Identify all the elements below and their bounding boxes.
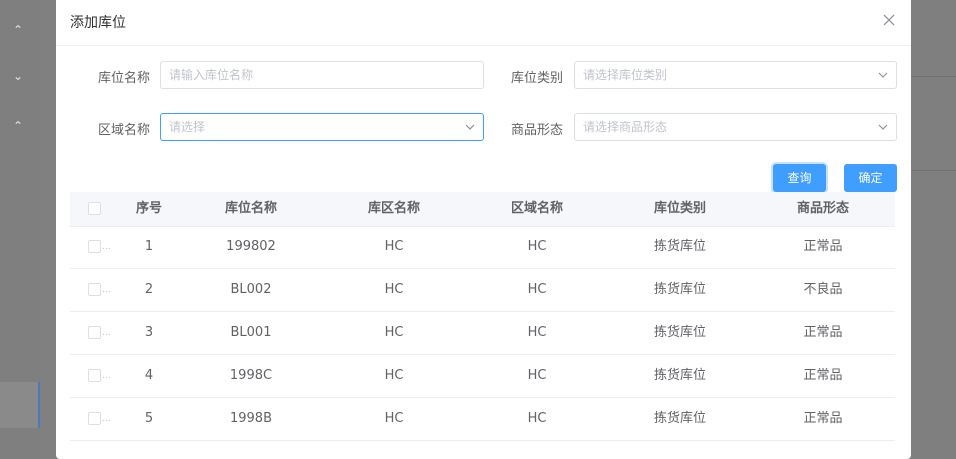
chevron-up-icon[interactable]: ⌃ xyxy=(10,22,26,38)
cell-zone-name: HC xyxy=(384,368,404,383)
background-divider xyxy=(911,76,956,77)
goods-form-placeholder: 请选择商品形态 xyxy=(583,120,668,134)
cell-zone-name: HC xyxy=(384,325,404,340)
chevron-up-icon[interactable]: ⌃ xyxy=(10,118,26,134)
cell-location-name: BL002 xyxy=(230,282,272,297)
area-name-select[interactable]: 请选择 xyxy=(160,113,484,141)
checkbox-overflow-ellipsis: ... xyxy=(102,285,111,295)
cell-location-name: 1998B xyxy=(229,411,272,426)
sidebar-item-active[interactable] xyxy=(0,382,40,428)
checkbox-overflow-ellipsis: ... xyxy=(102,414,111,424)
table-header: 序号 库位名称 库区名称 区域名称 库位类别 商品形态 xyxy=(70,192,895,227)
row-checkbox[interactable] xyxy=(88,369,101,382)
cell-location-name: 199802 xyxy=(226,239,276,254)
chevron-down-icon xyxy=(878,124,888,130)
cell-index: 5 xyxy=(144,411,154,426)
add-location-dialog: 添加库位 库位名称 请输入库位名称 库位类别 请选择库位类别 区域名称 请选择 … xyxy=(56,0,911,459)
background-panel-right xyxy=(911,0,956,459)
cell-location-type: 拣货库位 xyxy=(653,368,706,383)
column-header-location-type: 库位类别 xyxy=(653,201,706,216)
row-checkbox[interactable] xyxy=(88,326,101,339)
cell-goods-form: 正常品 xyxy=(803,368,843,383)
dialog-header-divider xyxy=(56,45,911,46)
cell-index: 4 xyxy=(144,368,154,383)
location-type-label: 库位类别 xyxy=(510,71,563,86)
goods-form-select[interactable]: 请选择商品形态 xyxy=(574,113,897,141)
cell-index: 3 xyxy=(144,325,154,340)
cell-index: 1 xyxy=(144,239,154,254)
cell-goods-form: 正常品 xyxy=(803,411,843,426)
cell-area-name: HC xyxy=(527,411,547,426)
chevron-down-icon[interactable]: ⌄ xyxy=(10,68,26,84)
table-row[interactable]: ... 4 1998C HC HC 拣货库位 正常品 xyxy=(70,355,895,398)
checkbox-overflow-ellipsis: ... xyxy=(102,371,111,381)
query-button[interactable]: 查询 xyxy=(773,164,826,192)
chevron-down-icon xyxy=(878,72,888,78)
checkbox-overflow-ellipsis: ... xyxy=(102,242,111,252)
table-row[interactable]: ... 1 199802 HC HC 拣货库位 正常品 xyxy=(70,226,895,269)
cell-location-name: BL001 xyxy=(230,325,272,340)
cell-area-name: HC xyxy=(527,325,547,340)
area-name-placeholder: 请选择 xyxy=(169,120,206,134)
row-checkbox[interactable] xyxy=(88,412,101,425)
confirm-button[interactable]: 确定 xyxy=(844,164,897,192)
table-row[interactable]: ... 5 1998B HC HC 拣货库位 正常品 xyxy=(70,398,895,441)
cell-goods-form: 不良品 xyxy=(803,282,843,297)
goods-form-label: 商品形态 xyxy=(510,123,563,138)
location-type-select[interactable]: 请选择库位类别 xyxy=(574,61,897,89)
location-type-placeholder: 请选择库位类别 xyxy=(583,68,668,82)
cell-location-type: 拣货库位 xyxy=(653,282,706,297)
cell-area-name: HC xyxy=(527,368,547,383)
cell-zone-name: HC xyxy=(384,239,404,254)
cell-location-type: 拣货库位 xyxy=(653,411,706,426)
location-name-placeholder: 请输入库位名称 xyxy=(169,68,254,82)
select-all-checkbox[interactable] xyxy=(88,202,101,215)
row-checkbox[interactable] xyxy=(88,240,101,253)
column-header-zone-name: 库区名称 xyxy=(367,201,420,216)
location-name-label: 库位名称 xyxy=(97,71,150,86)
column-header-index: 序号 xyxy=(135,201,162,216)
background-divider xyxy=(911,170,956,171)
cell-zone-name: HC xyxy=(384,282,404,297)
dialog-title: 添加库位 xyxy=(70,15,126,31)
close-icon[interactable] xyxy=(881,12,897,28)
cell-index: 2 xyxy=(144,282,154,297)
area-name-label: 区域名称 xyxy=(97,123,150,138)
column-header-location-name: 库位名称 xyxy=(224,201,277,216)
row-checkbox[interactable] xyxy=(88,283,101,296)
location-name-input[interactable]: 请输入库位名称 xyxy=(160,61,484,89)
cell-area-name: HC xyxy=(527,239,547,254)
table-row[interactable]: ... 3 BL001 HC HC 拣货库位 正常品 xyxy=(70,312,895,355)
chevron-down-icon xyxy=(465,124,475,130)
cell-area-name: HC xyxy=(527,282,547,297)
cell-goods-form: 正常品 xyxy=(803,325,843,340)
cell-location-type: 拣货库位 xyxy=(653,325,706,340)
cell-location-name: 1998C xyxy=(229,368,273,383)
cell-zone-name: HC xyxy=(384,411,404,426)
cell-goods-form: 正常品 xyxy=(803,239,843,254)
table-row[interactable]: ... 2 BL002 HC HC 拣货库位 不良品 xyxy=(70,269,895,312)
column-header-goods-form: 商品形态 xyxy=(796,201,849,216)
cell-location-type: 拣货库位 xyxy=(653,239,706,254)
column-header-area-name: 区域名称 xyxy=(510,201,563,216)
checkbox-overflow-ellipsis: ... xyxy=(102,328,111,338)
